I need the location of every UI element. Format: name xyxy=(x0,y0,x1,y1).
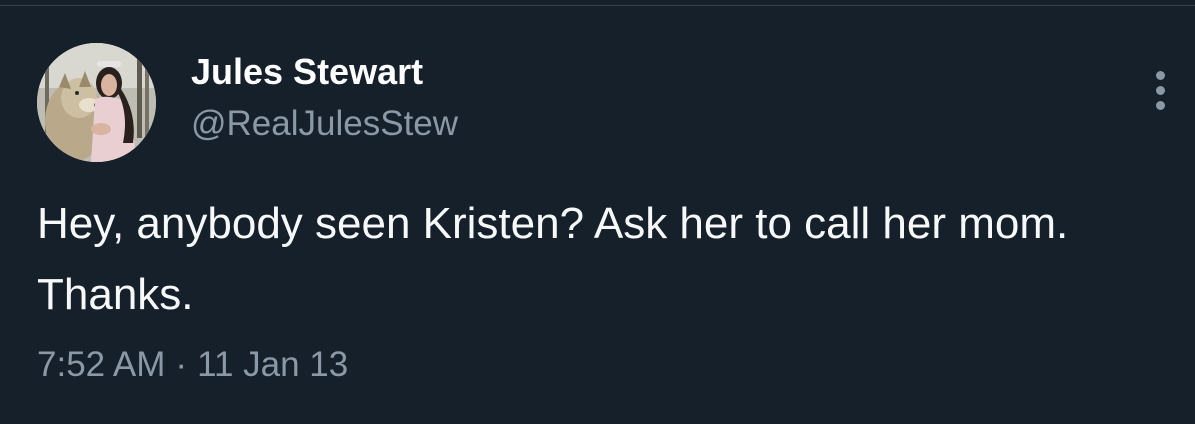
tweet-card: Jules Stewart @RealJulesStew Hey, anybod… xyxy=(0,0,1195,424)
meta-separator: · xyxy=(175,345,188,384)
top-divider xyxy=(0,5,1195,6)
more-options-icon[interactable] xyxy=(1140,68,1180,112)
author-handle[interactable]: @RealJulesStew xyxy=(191,102,458,146)
tweet-text: Hey, anybody seen Kristen? Ask her to ca… xyxy=(37,199,1069,319)
more-dot xyxy=(1155,100,1165,110)
more-dot xyxy=(1155,85,1165,95)
tweet-time[interactable]: 7:52 AM xyxy=(37,345,165,384)
author-display-name[interactable]: Jules Stewart xyxy=(191,50,423,94)
tweet-date[interactable]: 11 Jan 13 xyxy=(197,345,348,384)
more-dot xyxy=(1155,70,1165,80)
avatar-image xyxy=(37,43,156,162)
avatar[interactable] xyxy=(37,43,156,162)
tweet-timestamp[interactable]: 7:52 AM · 11 Jan 13 xyxy=(37,343,348,387)
